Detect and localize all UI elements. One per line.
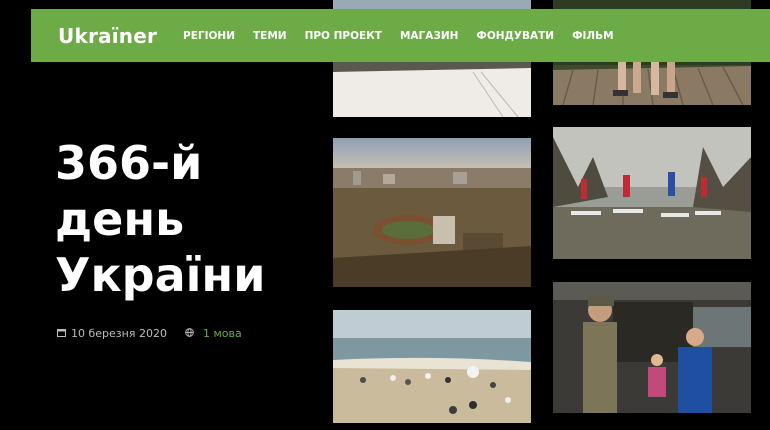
language-count-link[interactable]: 1 мова — [203, 327, 242, 340]
publish-date: 10 березня 2020 — [71, 327, 167, 340]
calendar-icon — [57, 327, 66, 340]
nav-item-donate[interactable]: ФОНДУВАТИ — [476, 30, 554, 42]
top-navigation-bar: Ukraïner РЕГІОНИ ТЕМИ ПРО ПРОЕКТ МАГАЗИН… — [31, 9, 770, 62]
nav-item-topics[interactable]: ТЕМИ — [253, 30, 287, 42]
title-line-2: день — [55, 192, 185, 246]
title-line-1: 366-й — [55, 136, 203, 190]
paddleboard-photo[interactable] — [553, 127, 751, 259]
ukrainer-logo[interactable]: Ukraïner — [58, 24, 157, 48]
page-title: 366-й день України — [55, 135, 265, 303]
nav-item-regions[interactable]: РЕГІОНИ — [183, 30, 235, 42]
soldier-market-photo[interactable] — [553, 282, 751, 413]
seagulls-beach-photo[interactable] — [333, 310, 531, 423]
nav-item-shop[interactable]: МАГАЗИН — [400, 30, 458, 42]
globe-icon — [185, 327, 194, 340]
aerial-stadium-photo[interactable] — [333, 138, 531, 287]
nav-item-about[interactable]: ПРО ПРОЕКТ — [305, 30, 382, 42]
nav-item-film[interactable]: ФІЛЬМ — [572, 30, 614, 42]
article-meta: 10 березня 2020 1 мова — [57, 327, 242, 340]
main-menu: РЕГІОНИ ТЕМИ ПРО ПРОЕКТ МАГАЗИН ФОНДУВАТ… — [183, 30, 632, 42]
title-line-3: України — [55, 248, 266, 302]
